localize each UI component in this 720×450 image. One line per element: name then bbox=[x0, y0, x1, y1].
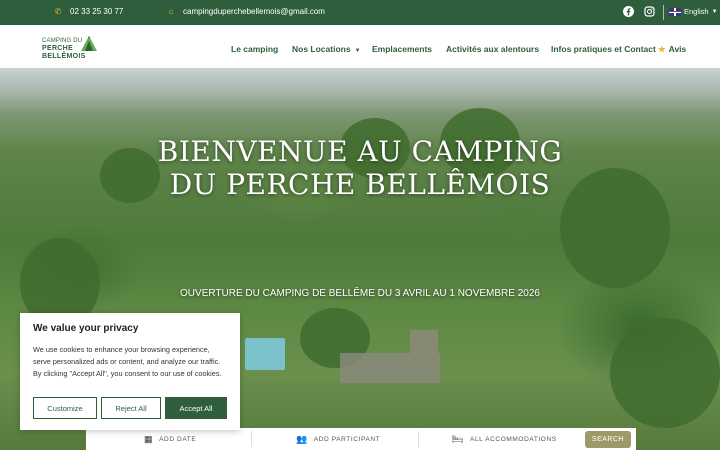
topbar-divider bbox=[663, 5, 664, 20]
nav-item-activites[interactable]: Activités aux alentours bbox=[446, 44, 539, 54]
facebook-icon[interactable] bbox=[623, 6, 634, 17]
language-label: English bbox=[684, 7, 709, 16]
participant-label: ADD PARTICIPANT bbox=[313, 435, 381, 443]
booking-search-bar: ▦ ADD DATE 👥 ADD PARTICIPANT 🛏 ALL ACCOM… bbox=[86, 428, 636, 450]
main-navigation: CAMPING DU PERCHE BELLÊMOIS Le camping N… bbox=[0, 25, 720, 68]
hero-title-line2: DU PERCHE BELLÊMOIS bbox=[169, 168, 551, 201]
calendar-icon: ▦ bbox=[144, 433, 154, 444]
uk-flag-icon bbox=[669, 7, 681, 16]
bed-icon: 🛏 bbox=[452, 433, 465, 444]
accept-all-button[interactable]: Accept All bbox=[165, 397, 227, 419]
accommodation-field[interactable]: 🛏 ALL ACCOMMODATIONS bbox=[452, 428, 557, 450]
nav-item-infos-contact[interactable]: Infos pratiques et Contact bbox=[551, 44, 656, 54]
hero-pool bbox=[245, 338, 285, 370]
instagram-icon[interactable] bbox=[644, 6, 655, 17]
logo-line2: PERCHE bbox=[42, 45, 73, 52]
nav-item-emplacements[interactable]: Emplacements bbox=[372, 44, 432, 54]
participant-field[interactable]: 👥 ADD PARTICIPANT bbox=[296, 428, 380, 450]
search-divider bbox=[251, 431, 252, 447]
nav-item-avis[interactable]: ★ Avis bbox=[658, 44, 686, 55]
phone-contact[interactable]: ✆ 02 33 25 30 77 bbox=[54, 7, 124, 16]
cookie-consent-banner: We value your privacy We use cookies to … bbox=[20, 313, 240, 430]
date-field[interactable]: ▦ ADD DATE bbox=[144, 428, 196, 450]
hero-title: BIENVENUE AU CAMPING DU PERCHE BELLÊMOIS bbox=[0, 135, 720, 201]
search-divider bbox=[418, 431, 419, 447]
top-bar: ✆ 02 33 25 30 77 ⌂ campingduperchebellem… bbox=[0, 0, 720, 25]
phone-number[interactable]: 02 33 25 30 77 bbox=[70, 7, 123, 16]
site-logo[interactable]: CAMPING DU PERCHE BELLÊMOIS bbox=[42, 35, 102, 61]
tent-logo-icon bbox=[81, 36, 97, 51]
nav-item-le-camping[interactable]: Le camping bbox=[231, 44, 278, 54]
cookie-buttons: Customize Reject All Accept All bbox=[33, 397, 227, 419]
reject-all-button[interactable]: Reject All bbox=[101, 397, 161, 419]
email-contact[interactable]: ⌂ campingduperchebellemois@gmail.com bbox=[167, 7, 325, 16]
chevron-down-icon: ▼ bbox=[354, 48, 361, 54]
people-icon: 👥 bbox=[296, 433, 308, 444]
email-address[interactable]: campingduperchebellemois@gmail.com bbox=[183, 7, 325, 16]
home-icon: ⌂ bbox=[168, 7, 174, 16]
customize-button[interactable]: Customize bbox=[33, 397, 97, 419]
nav-item-label: Avis bbox=[668, 44, 687, 54]
nav-item-label: Nos Locations bbox=[292, 44, 351, 54]
logo-line1: CAMPING DU bbox=[42, 38, 83, 44]
social-links bbox=[623, 6, 655, 17]
hero-title-line1: BIENVENUE AU CAMPING bbox=[157, 135, 563, 168]
phone-icon: ✆ bbox=[54, 7, 62, 16]
star-icon: ★ bbox=[658, 44, 666, 54]
hero-building bbox=[340, 353, 440, 383]
hero-building bbox=[410, 330, 438, 354]
chevron-down-icon: ▼ bbox=[711, 8, 718, 15]
hero-subtitle: OUVERTURE DU CAMPING DE BELLÊME DU 3 AVR… bbox=[180, 288, 540, 299]
date-label: ADD DATE bbox=[159, 435, 197, 443]
logo-line3: BELLÊMOIS bbox=[42, 53, 86, 60]
language-selector[interactable]: English ▼ bbox=[669, 7, 718, 16]
search-button[interactable]: SEARCH bbox=[585, 431, 631, 448]
accommodation-label: ALL ACCOMMODATIONS bbox=[470, 435, 557, 443]
cookie-text: We use cookies to enhance your browsing … bbox=[33, 345, 222, 378]
nav-item-nos-locations[interactable]: Nos Locations ▼ bbox=[292, 44, 361, 54]
hero-tree bbox=[610, 318, 720, 428]
cookie-title: We value your privacy bbox=[33, 323, 139, 334]
